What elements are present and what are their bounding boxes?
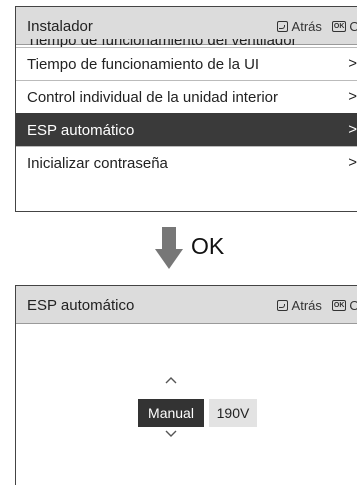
- menu-item-label: ESP automático: [27, 122, 135, 139]
- back-button[interactable]: Atrás: [292, 19, 322, 34]
- voltage-value[interactable]: 190V: [209, 399, 257, 427]
- page-title: ESP automático: [27, 297, 135, 314]
- esp-header: ESP automático Atrás OK Ok: [16, 286, 357, 324]
- chevron-down-icon[interactable]: [165, 430, 177, 438]
- chevron-right-icon: >: [348, 154, 357, 171]
- page-title: Instalador: [27, 18, 93, 35]
- menu-item-label: Inicializar contraseña: [27, 155, 168, 172]
- transition-label: OK: [191, 233, 225, 259]
- menu-item-ui-runtime[interactable]: Tiempo de funcionamiento de la UI >: [16, 47, 357, 80]
- menu-item-indoor-unit-control[interactable]: Control individual de la unidad interior…: [16, 80, 357, 113]
- chevron-right-icon: >: [348, 121, 357, 138]
- back-icon[interactable]: [276, 21, 288, 32]
- back-icon[interactable]: [276, 300, 288, 311]
- mode-selector[interactable]: Manual: [138, 399, 204, 427]
- header-actions: Atrás OK Ok: [276, 298, 357, 313]
- ok-icon[interactable]: OK: [331, 21, 347, 32]
- chevron-right-icon: >: [348, 55, 357, 72]
- menu-item-label: Control individual de la unidad interior: [27, 89, 278, 106]
- down-arrow-icon: [155, 227, 185, 271]
- back-button[interactable]: Atrás: [292, 298, 322, 313]
- header-actions: Atrás OK Ok: [276, 19, 357, 34]
- installer-screen: Instalador Atrás OK Ok Tiempo de funcion…: [15, 6, 357, 212]
- menu-item-label: Tiempo de funcionamiento de la UI: [27, 56, 260, 73]
- ok-button[interactable]: Ok: [349, 19, 357, 34]
- ok-icon[interactable]: OK: [331, 300, 347, 311]
- ok-button[interactable]: Ok: [349, 298, 357, 313]
- esp-screen: ESP automático Atrás OK Ok Manual 190V: [15, 285, 357, 485]
- menu-item-auto-esp[interactable]: ESP automático >: [16, 113, 357, 146]
- chevron-right-icon: >: [348, 88, 357, 105]
- menu-item-reset-password[interactable]: Inicializar contraseña >: [16, 146, 357, 179]
- chevron-up-icon[interactable]: [165, 376, 177, 384]
